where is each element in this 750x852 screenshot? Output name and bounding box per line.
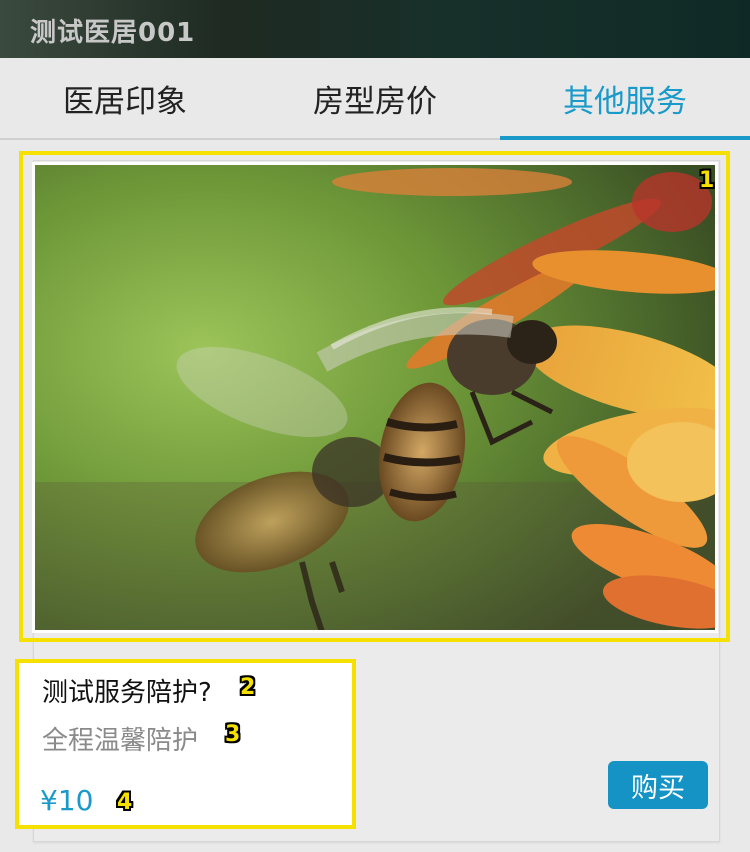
annotation-badge-3: 3 xyxy=(225,722,241,747)
annotation-badge-4: 4 xyxy=(117,790,133,815)
buy-button[interactable]: 购买 xyxy=(608,761,708,809)
highlight-box-1 xyxy=(19,151,730,642)
tab-other-services[interactable]: 其他服务 xyxy=(500,58,750,140)
annotation-badge-2: 2 xyxy=(240,675,256,700)
service-price: ¥10 xyxy=(40,784,94,817)
page-title: 测试医居001 xyxy=(30,18,196,48)
service-title: 测试服务陪护? xyxy=(42,678,212,708)
tab-bar: 医居印象 房型房价 其他服务 xyxy=(0,58,750,140)
tab-room-price[interactable]: 房型房价 xyxy=(250,58,500,138)
annotation-badge-1: 1 xyxy=(699,168,715,193)
tab-impression[interactable]: 医居印象 xyxy=(0,58,250,138)
service-subtitle: 全程温馨陪护 xyxy=(42,726,199,756)
app-header: 测试医居001 xyxy=(0,0,750,58)
